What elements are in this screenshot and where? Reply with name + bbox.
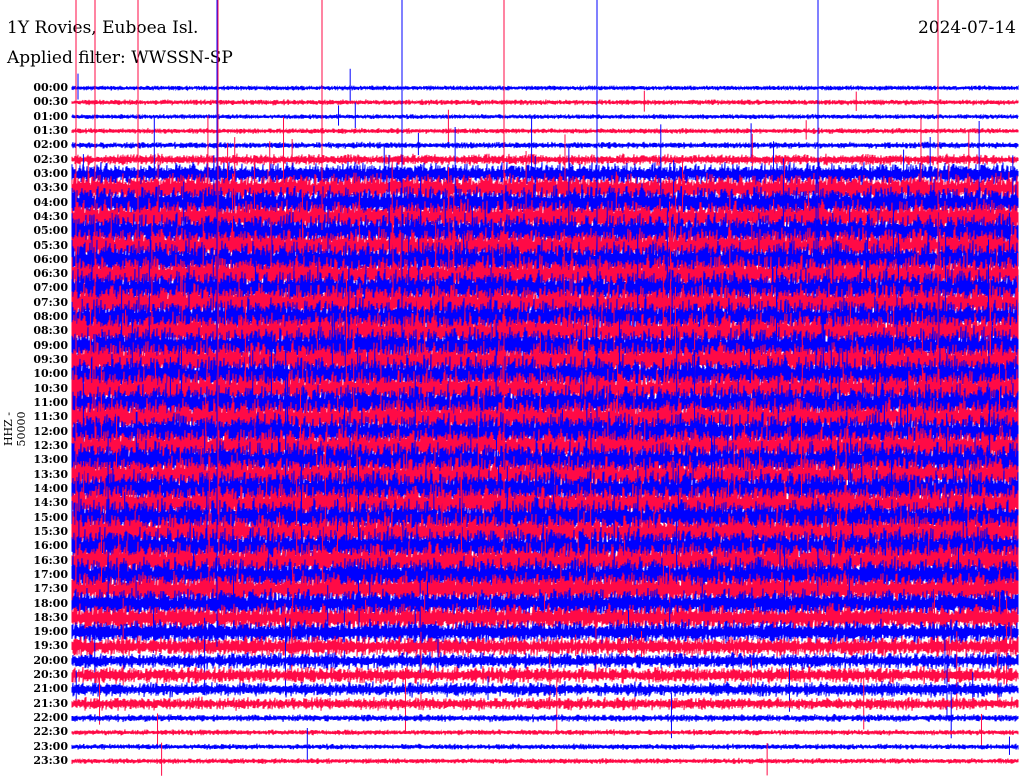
trace-row xyxy=(71,84,1019,92)
trace-row xyxy=(71,665,1019,685)
trace-row xyxy=(71,99,1019,106)
helicorder-plot xyxy=(71,0,1019,776)
trace-row xyxy=(71,681,1019,698)
trace-row xyxy=(71,743,1019,750)
trace-row xyxy=(71,651,1019,671)
trace-row xyxy=(71,729,1019,736)
trace-row xyxy=(71,757,1019,765)
trace-row xyxy=(71,127,1019,135)
trace-row xyxy=(71,141,1019,149)
trace-row xyxy=(71,696,1019,711)
trace-row xyxy=(71,713,1019,723)
trace-row xyxy=(71,113,1019,120)
